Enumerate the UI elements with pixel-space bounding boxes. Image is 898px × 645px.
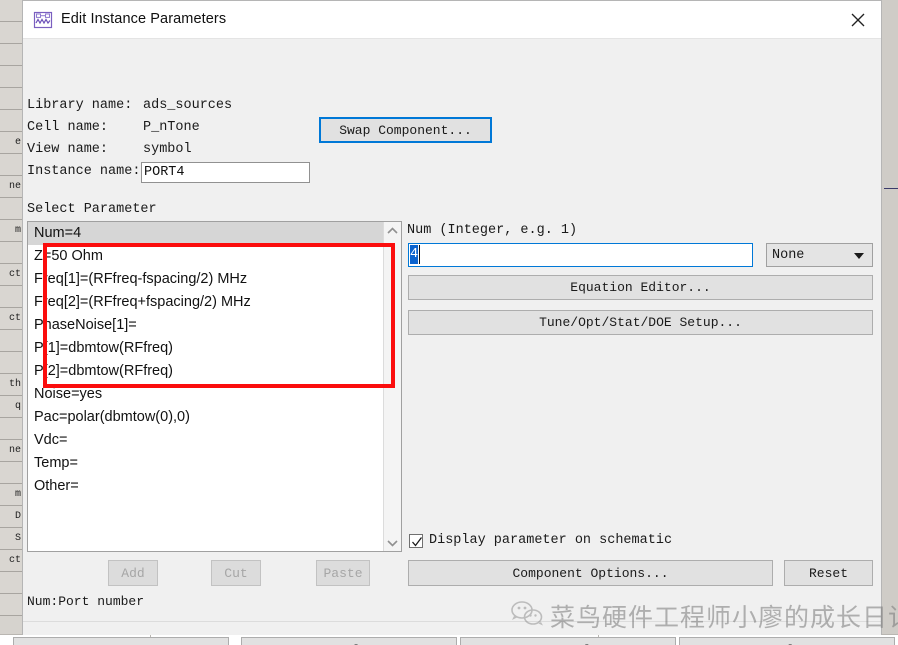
dialog-titlebar: Edit Instance Parameters [23,1,881,39]
parameter-list-item[interactable]: Freq[1]=(RFfreq-fspacing/2) MHz [28,268,383,291]
display-parameter-label: Display parameter on schematic [429,533,673,548]
background-row [0,44,22,66]
background-row: ct [0,264,22,286]
library-name-label: Library name: [27,98,133,113]
parameter-list-item[interactable]: Temp= [28,452,383,475]
cancel-button[interactable]: Cancel [460,637,676,645]
parameter-list-item[interactable]: Pac=polar(dbmtow(0),0) [28,406,383,429]
instance-name-label: Instance name: [27,164,141,179]
parameter-list-item[interactable]: Vdc= [28,429,383,452]
chevron-down-icon [854,253,864,259]
background-row [0,242,22,264]
background-row [0,418,22,440]
background-row: ne [0,176,22,198]
background-row [0,198,22,220]
background-row: q [0,396,22,418]
close-icon[interactable] [835,1,881,38]
background-row [0,110,22,132]
parameter-list-scrollbar[interactable] [383,222,401,551]
paste-button[interactable]: Paste [316,560,370,586]
background-row [0,462,22,484]
background-row [0,286,22,308]
background-right-strip [881,0,898,645]
screen: e ne m ct ct th q ne m D Sct Edit Instance Paramet… [0,0,898,645]
background-window-strip: e ne m ct ct th q ne m D Sct [0,0,22,645]
cell-name-value: P_nTone [143,120,200,135]
apply-button[interactable]: Apply [241,637,457,645]
background-tick-mark [884,188,898,189]
select-parameter-label: Select Parameter [27,202,157,217]
unit-dropdown-value: None [772,247,805,263]
background-row [0,594,22,616]
background-row: S [0,528,22,550]
dialog-title: Edit Instance Parameters [61,11,227,27]
parameter-list-panel: Num=4 Z=50 Ohm Freq[1]=(RFfreq-fspacing/2)… [27,221,402,552]
parameter-list-item[interactable]: Noise=yes [28,383,383,406]
footer-divider [23,621,881,622]
reset-button[interactable]: Reset [784,560,873,586]
background-row [0,330,22,352]
library-name-value: ads_sources [143,98,233,113]
background-row: ct [0,550,22,572]
background-row: ne [0,440,22,462]
cell-name-label: Cell name: [27,120,109,135]
parameter-value-selected-text: 4 [410,245,419,264]
background-row: m [0,220,22,242]
scroll-up-icon[interactable] [384,222,401,239]
display-parameter-checkbox-row[interactable]: Display parameter on schematic [409,533,672,548]
background-row: e [0,132,22,154]
background-row [0,66,22,88]
background-row [0,22,22,44]
help-button[interactable]: Help [679,637,895,645]
background-row: m [0,484,22,506]
parameter-list-item[interactable]: Z=50 Ohm [28,245,383,268]
cut-button[interactable]: Cut [211,560,261,586]
background-row [0,0,22,22]
background-row [0,154,22,176]
view-name-value: symbol [143,142,192,157]
background-row [0,88,22,110]
view-name-label: View name: [27,142,109,157]
background-row: D [0,506,22,528]
parameter-hint-text: Num:Port number [27,594,145,609]
equation-editor-button[interactable]: Equation Editor... [408,275,873,300]
add-button[interactable]: Add [108,560,158,586]
parameter-list[interactable]: Num=4 Z=50 Ohm Freq[1]=(RFfreq-fspacing/2)… [28,222,383,551]
edit-instance-parameters-dialog: Edit Instance Parameters Library name: a… [13,0,895,645]
parameter-list-item[interactable]: Freq[2]=(RFfreq+fspacing/2) MHz [28,291,383,314]
dialog-body: Library name: ads_sources Cell name: P_n… [13,39,895,645]
checkbox-checked-icon[interactable] [409,533,423,548]
background-row [0,352,22,374]
text-caret [419,245,420,264]
parameter-list-item[interactable]: Num=4 [28,222,383,245]
parameter-list-item[interactable]: P[2]=dbmtow(RFfreq) [28,360,383,383]
parameter-list-item[interactable]: Other= [28,475,383,498]
background-row: ct [0,308,22,330]
background-row: th [0,374,22,396]
swap-component-button[interactable]: Swap Component... [319,117,492,143]
tune-opt-stat-doe-setup-button[interactable]: Tune/Opt/Stat/DOE Setup... [408,310,873,335]
scroll-down-icon[interactable] [384,534,401,551]
parameter-list-item[interactable]: P[1]=dbmtow(RFfreq) [28,337,383,360]
background-row [0,572,22,594]
ok-button[interactable]: OK [13,637,229,645]
parameter-list-item[interactable]: PhaseNoise[1]= [28,314,383,337]
parameter-value-input[interactable] [408,243,753,267]
unit-dropdown[interactable]: None [766,243,873,267]
component-options-button[interactable]: Component Options... [408,560,773,586]
instance-name-input[interactable] [141,162,310,183]
parameter-caption: Num (Integer, e.g. 1) [407,223,578,238]
component-waveform-icon [33,10,53,30]
